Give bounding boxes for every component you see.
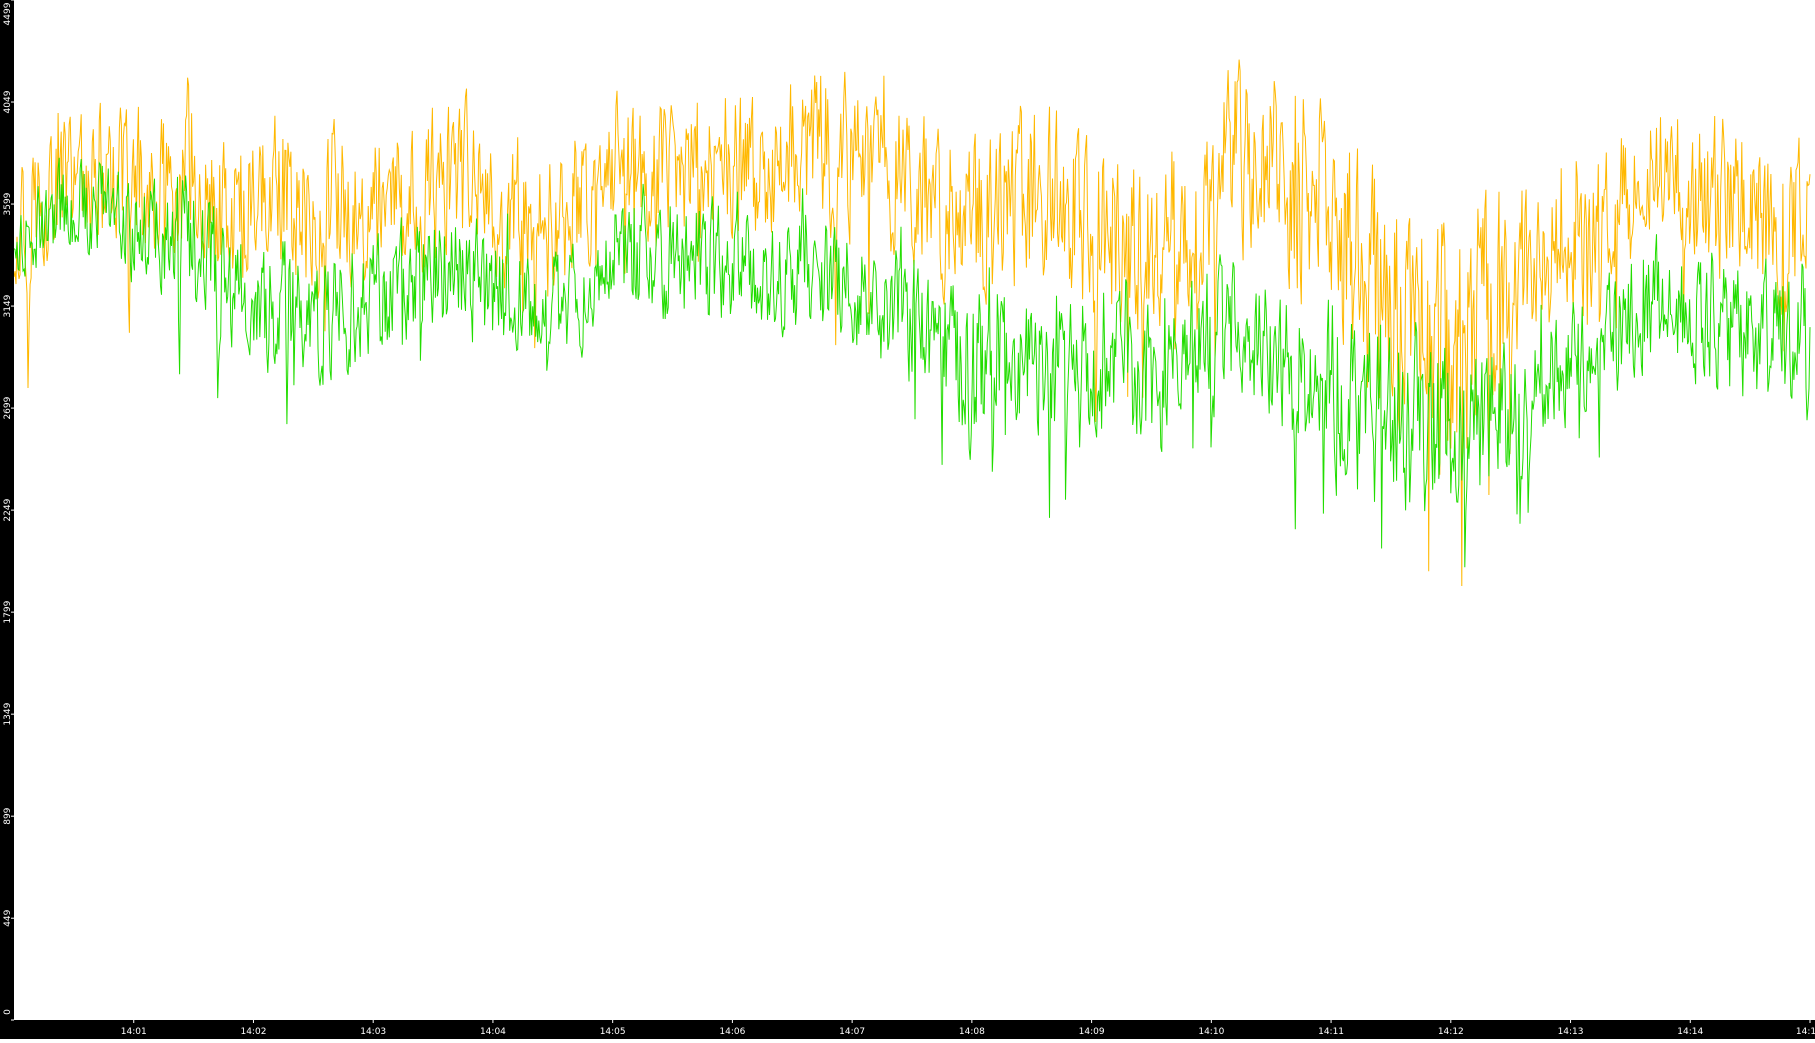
y-tick-label: 2699	[3, 396, 13, 419]
x-tick-label: 14:06	[719, 1027, 745, 1037]
x-tick-label: 14:13	[1558, 1027, 1584, 1037]
x-tick-label: 14:10	[1198, 1027, 1224, 1037]
x-tick-label: 14:14	[1677, 1027, 1703, 1037]
series-layer	[13, 59, 1811, 587]
x-axis-band	[0, 1020, 1815, 1039]
y-tick-label: 4049	[3, 90, 13, 113]
y-tick-label: 899	[3, 807, 13, 824]
time-series-chart: 0 449 899 1349 1799 2249 2699 3149 3599 4049 4499 1…	[0, 0, 1815, 1039]
y-tick-label: 3149	[3, 294, 13, 317]
y-tick-label: 3599	[3, 192, 13, 215]
x-tick-label: 14:05	[600, 1027, 626, 1037]
x-tick-label: 14:04	[480, 1027, 506, 1037]
y-tick-label: 1799	[3, 600, 13, 623]
x-tick-label: 14:02	[240, 1027, 266, 1037]
y-tick-label: 449	[3, 909, 13, 926]
x-tick-label: 14:12	[1438, 1027, 1464, 1037]
y-tick-label: 1349	[3, 702, 13, 725]
y-tick-label: 2249	[3, 498, 13, 521]
x-tick-label: 14:08	[959, 1027, 985, 1037]
x-tick-label: 14:03	[360, 1027, 386, 1037]
y-tick-label: 4499	[3, 2, 13, 25]
x-tick-label: 14:07	[839, 1027, 865, 1037]
y-tick-label: 0	[3, 1009, 13, 1015]
axis-layer: 0 449 899 1349 1799 2249 2699 3149 3599 4049 4499 1…	[0, 0, 1815, 1039]
x-tick-label: 14:1	[1796, 1027, 1815, 1037]
x-tick-label: 14:09	[1079, 1027, 1105, 1037]
chart-svg: 0 449 899 1349 1799 2249 2699 3149 3599 4049 4499 1…	[0, 0, 1815, 1039]
x-tick-label: 14:11	[1318, 1027, 1344, 1037]
x-tick-label: 14:01	[121, 1027, 147, 1037]
